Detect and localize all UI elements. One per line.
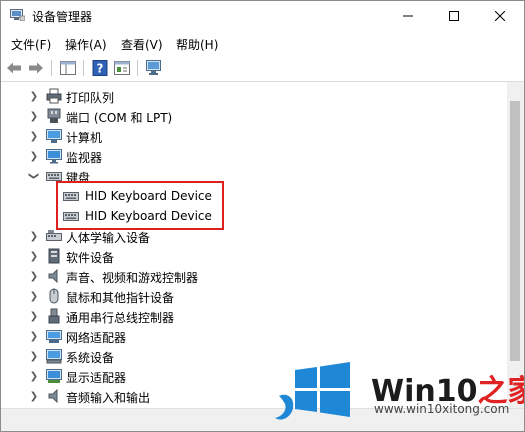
help-button[interactable]: ? bbox=[91, 59, 109, 77]
help-icon: ? bbox=[92, 60, 108, 76]
tree-item-print-queues[interactable]: ❯ 打印队列 bbox=[1, 86, 507, 106]
tree-item-computer[interactable]: ❯ 计算机 bbox=[1, 126, 507, 146]
expand-chevron-icon[interactable]: ❯ bbox=[29, 110, 39, 122]
forward-button[interactable] bbox=[27, 59, 45, 77]
expand-chevron-icon[interactable]: ❯ bbox=[29, 350, 39, 362]
mouse-icon bbox=[49, 288, 59, 304]
menu-bar: 文件(F) 操作(A) 查看(V) 帮助(H) bbox=[1, 32, 524, 54]
tree-item-label: 显示适配器 bbox=[66, 371, 127, 385]
expand-chevron-icon[interactable]: ❯ bbox=[29, 330, 39, 342]
menu-help[interactable]: 帮助(H) bbox=[176, 36, 218, 53]
highlight-annotation-box bbox=[56, 181, 224, 230]
properties-button[interactable] bbox=[113, 59, 131, 77]
collapse-chevron-icon[interactable]: ❯ bbox=[28, 171, 40, 181]
tree-item-ports[interactable]: ❯ 端口 (COM 和 LPT) bbox=[1, 106, 507, 126]
toolbar-separator bbox=[137, 60, 138, 76]
bird-logo-icon bbox=[275, 394, 294, 420]
forward-arrow-icon bbox=[29, 62, 43, 74]
watermark-url: www.win10xitong.com bbox=[374, 402, 510, 416]
scan-monitor-icon bbox=[146, 60, 161, 75]
toolbar-separator bbox=[51, 60, 52, 76]
tree-item-label: 声音、视频和游戏控制器 bbox=[66, 271, 199, 285]
properties-icon bbox=[114, 61, 130, 75]
tree-item-monitors[interactable]: ❯ 监视器 bbox=[1, 146, 507, 166]
tree-item-label: 系统设备 bbox=[66, 351, 115, 365]
speaker-icon bbox=[48, 268, 58, 284]
expand-chevron-icon[interactable]: ❯ bbox=[29, 270, 39, 282]
tree-item-label: 通用串行总线控制器 bbox=[66, 311, 175, 325]
tree-item-label: 音频输入和输出 bbox=[66, 391, 151, 405]
tree-item-label: 监视器 bbox=[66, 151, 103, 165]
expand-chevron-icon[interactable]: ❯ bbox=[29, 370, 39, 382]
device-manager-window: 设备管理器 文件(F) 操作(A) 查看(V) 帮助(H) ? ❯ 打印队列 ❯… bbox=[0, 0, 525, 432]
show-hide-console-tree-button[interactable] bbox=[59, 59, 77, 77]
windows-logo-icon bbox=[295, 362, 350, 417]
maximize-icon bbox=[449, 11, 459, 21]
window-title: 设备管理器 bbox=[32, 10, 93, 24]
port-icon bbox=[47, 108, 61, 123]
win10-watermark: Win10之家 www.win10xitong.com bbox=[273, 356, 524, 431]
tree-item-label: 人体学输入设备 bbox=[66, 231, 151, 245]
close-icon bbox=[495, 11, 505, 21]
menu-view[interactable]: 查看(V) bbox=[121, 36, 163, 53]
system-device-icon bbox=[46, 349, 62, 364]
expand-chevron-icon[interactable]: ❯ bbox=[29, 310, 39, 322]
tree-item-label: 软件设备 bbox=[66, 251, 115, 265]
tree-item-sound-video-game-controllers[interactable]: ❯ 声音、视频和游戏控制器 bbox=[1, 266, 507, 286]
expand-chevron-icon[interactable]: ❯ bbox=[29, 390, 39, 402]
maximize-button[interactable] bbox=[431, 1, 477, 31]
network-adapter-icon bbox=[46, 330, 62, 343]
printer-icon bbox=[46, 88, 62, 104]
software-device-icon bbox=[48, 248, 60, 264]
computer-icon bbox=[46, 129, 62, 143]
tree-item-label: 计算机 bbox=[66, 131, 103, 145]
hid-icon bbox=[46, 230, 62, 241]
menu-action[interactable]: 操作(A) bbox=[65, 36, 107, 53]
tree-item-mice-pointing-devices[interactable]: ❯ 鼠标和其他指针设备 bbox=[1, 286, 507, 306]
vertical-scrollbar-thumb[interactable] bbox=[510, 101, 520, 361]
tree-item-label: 打印队列 bbox=[66, 91, 115, 105]
scan-hardware-changes-button[interactable] bbox=[145, 59, 163, 77]
expand-chevron-icon[interactable]: ❯ bbox=[29, 130, 39, 142]
back-button[interactable] bbox=[5, 59, 23, 77]
console-tree-icon bbox=[60, 61, 76, 75]
device-manager-app-icon bbox=[10, 9, 25, 21]
close-button[interactable] bbox=[477, 1, 523, 31]
usb-icon bbox=[48, 308, 60, 324]
expand-chevron-icon[interactable]: ❯ bbox=[29, 150, 39, 162]
back-arrow-icon bbox=[7, 62, 21, 74]
title-bar[interactable]: 设备管理器 bbox=[1, 1, 524, 31]
monitor-icon bbox=[46, 149, 62, 164]
menu-file[interactable]: 文件(F) bbox=[11, 36, 51, 53]
expand-chevron-icon[interactable]: ❯ bbox=[29, 250, 39, 262]
tree-item-label: 端口 (COM 和 LPT) bbox=[66, 111, 173, 125]
tree-item-software-devices[interactable]: ❯ 软件设备 bbox=[1, 246, 507, 266]
toolbar: ? bbox=[1, 55, 524, 82]
expand-chevron-icon[interactable]: ❯ bbox=[29, 230, 39, 242]
expand-chevron-icon[interactable]: ❯ bbox=[29, 290, 39, 302]
display-adapter-icon bbox=[46, 369, 62, 383]
svg-text:?: ? bbox=[97, 62, 104, 76]
tree-item-usb-controllers[interactable]: ❯ 通用串行总线控制器 bbox=[1, 306, 507, 326]
tree-item-network-adapters[interactable]: ❯ 网络适配器 bbox=[1, 326, 507, 346]
expand-chevron-icon[interactable]: ❯ bbox=[29, 90, 39, 102]
minimize-icon bbox=[403, 15, 413, 17]
minimize-button[interactable] bbox=[385, 1, 431, 31]
tree-item-label: 鼠标和其他指针设备 bbox=[66, 291, 175, 305]
tree-item-label: 网络适配器 bbox=[66, 331, 127, 345]
audio-io-icon bbox=[48, 388, 58, 404]
toolbar-separator bbox=[83, 60, 84, 76]
